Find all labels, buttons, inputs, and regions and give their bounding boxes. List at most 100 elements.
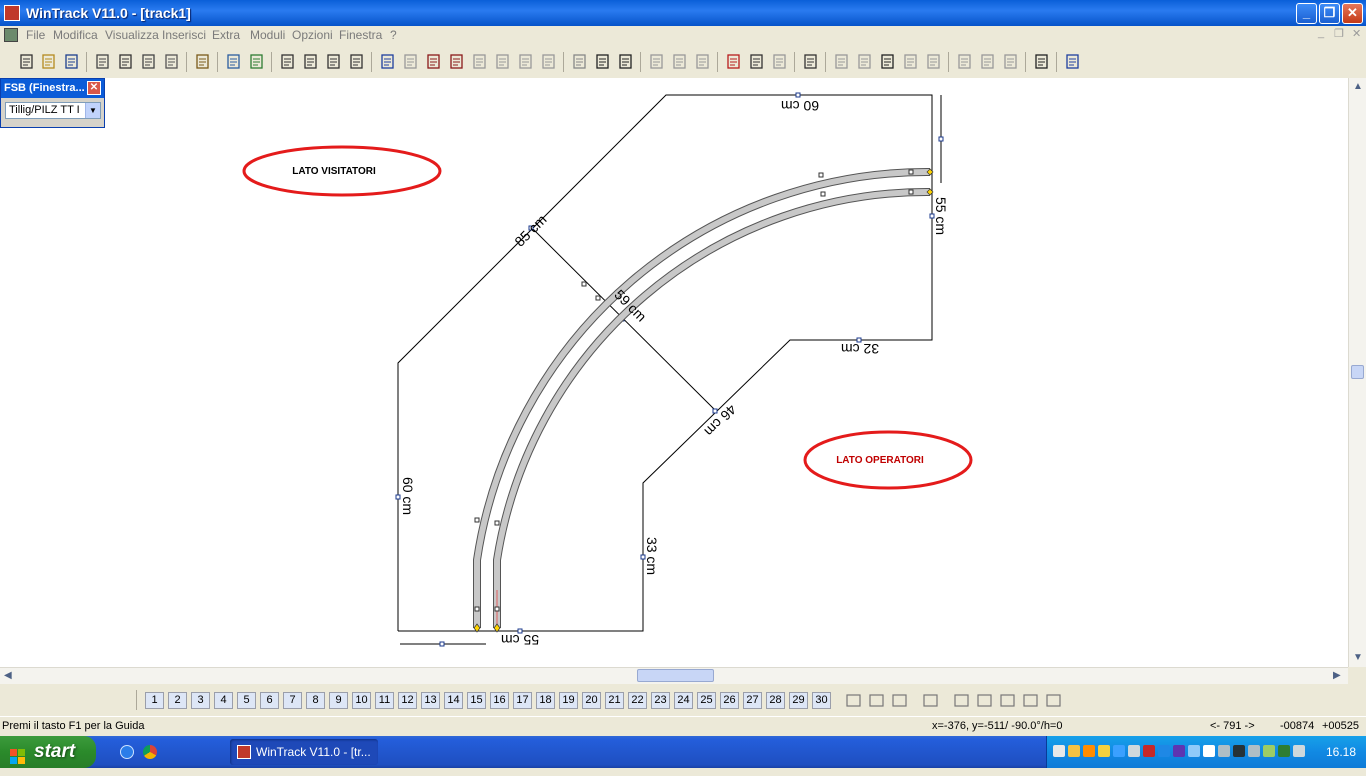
zoom-in-icon[interactable] bbox=[302, 53, 319, 70]
tray-icon[interactable] bbox=[1128, 745, 1140, 757]
drawing-canvas[interactable]: 60 cm 55 cm 85 cm 59 cm 32 cm 46 cm 60 c… bbox=[0, 78, 1348, 667]
vertical-scroll-thumb[interactable] bbox=[1351, 365, 1364, 379]
document-icon[interactable] bbox=[4, 28, 18, 42]
layer-button-18[interactable]: 18 bbox=[536, 692, 555, 709]
layer-button-22[interactable]: 22 bbox=[628, 692, 647, 709]
print-icon[interactable] bbox=[117, 53, 134, 70]
print-preview-icon[interactable] bbox=[94, 53, 111, 70]
minimize-button[interactable]: _ bbox=[1296, 3, 1317, 24]
scroll-right-icon[interactable]: ▶ bbox=[1333, 670, 1341, 681]
menu-file[interactable]: File bbox=[26, 28, 45, 42]
layer-button-1[interactable]: 1 bbox=[145, 692, 164, 709]
mdi-close-button[interactable]: ✕ bbox=[1352, 27, 1361, 40]
stack-icon[interactable] bbox=[671, 53, 688, 70]
curve-track-icon[interactable] bbox=[617, 53, 634, 70]
layer-button-17[interactable]: 17 bbox=[513, 692, 532, 709]
tray-icon[interactable] bbox=[1218, 745, 1230, 757]
menu-visualizza[interactable]: Visualizza bbox=[105, 28, 159, 42]
track-system-select[interactable]: Tillig/PILZ TT I ▼ bbox=[5, 102, 101, 119]
menu-moduli[interactable]: Moduli bbox=[250, 28, 285, 42]
page-icon[interactable] bbox=[163, 53, 180, 70]
page-1-icon[interactable] bbox=[953, 692, 970, 709]
layer-button-7[interactable]: 7 bbox=[283, 692, 302, 709]
ruler3-icon[interactable] bbox=[1002, 53, 1019, 70]
layer-button-6[interactable]: 6 bbox=[260, 692, 279, 709]
tray-icon[interactable] bbox=[1188, 745, 1200, 757]
layer-button-23[interactable]: 23 bbox=[651, 692, 670, 709]
zoom-fit-icon[interactable] bbox=[348, 53, 365, 70]
title-bar[interactable]: WinTrack V11.0 - [track1] _ ❐ ✕ bbox=[0, 0, 1366, 26]
snowflake-icon[interactable] bbox=[1033, 53, 1050, 70]
layer-button-21[interactable]: 21 bbox=[605, 692, 624, 709]
layer-button-9[interactable]: 9 bbox=[329, 692, 348, 709]
layer-button-20[interactable]: 20 bbox=[582, 692, 601, 709]
grid-icon[interactable] bbox=[648, 53, 665, 70]
layer-button-5[interactable]: 5 bbox=[237, 692, 256, 709]
rotate-select-icon[interactable] bbox=[748, 53, 765, 70]
menu-help[interactable]: ? bbox=[390, 28, 397, 42]
tray-icon[interactable] bbox=[1098, 745, 1110, 757]
switch-right-icon[interactable] bbox=[856, 53, 873, 70]
crossing-icon[interactable] bbox=[879, 53, 896, 70]
layer-button-3[interactable]: 3 bbox=[191, 692, 210, 709]
layer-stack-icon[interactable] bbox=[194, 53, 211, 70]
menu-extra[interactable]: Extra bbox=[212, 28, 240, 42]
layers-icon[interactable] bbox=[845, 692, 862, 709]
mdi-minimize-button[interactable]: _ bbox=[1318, 27, 1324, 39]
layer-button-13[interactable]: 13 bbox=[421, 692, 440, 709]
vertical-scrollbar[interactable]: ▲ ▼ bbox=[1348, 78, 1366, 667]
layer-hide-icon[interactable] bbox=[891, 692, 908, 709]
tray-icon[interactable] bbox=[1113, 745, 1125, 757]
layer-color-icon[interactable] bbox=[868, 692, 885, 709]
paste-icon[interactable] bbox=[540, 53, 557, 70]
tray-icon[interactable] bbox=[1233, 745, 1245, 757]
taskbar-item-wintrack[interactable]: WinTrack V11.0 - [tr... bbox=[230, 739, 378, 765]
tray-icon[interactable] bbox=[1068, 745, 1080, 757]
layer-button-30[interactable]: 30 bbox=[812, 692, 831, 709]
scroll-down-icon[interactable]: ▼ bbox=[1353, 652, 1363, 663]
tray-icon[interactable] bbox=[1278, 745, 1290, 757]
sliders-icon[interactable] bbox=[225, 53, 242, 70]
layer-button-25[interactable]: 25 bbox=[697, 692, 716, 709]
stack2-icon[interactable] bbox=[694, 53, 711, 70]
tray-icon[interactable] bbox=[1203, 745, 1215, 757]
tray-icon[interactable] bbox=[1248, 745, 1260, 757]
horizontal-scroll-thumb[interactable] bbox=[637, 669, 714, 682]
horizontal-scrollbar[interactable]: ◀ ▶ bbox=[0, 667, 1348, 684]
picture-icon[interactable] bbox=[248, 53, 265, 70]
scroll-left-icon[interactable]: ◀ bbox=[4, 670, 12, 681]
cut-icon[interactable] bbox=[494, 53, 511, 70]
page-2-icon[interactable] bbox=[976, 692, 993, 709]
new-file-icon[interactable] bbox=[18, 53, 35, 70]
layer-button-12[interactable]: 12 bbox=[398, 692, 417, 709]
blank-doc-icon[interactable] bbox=[471, 53, 488, 70]
tray-icon[interactable] bbox=[1083, 745, 1095, 757]
start-button[interactable]: start bbox=[0, 736, 96, 768]
rotate-180-icon[interactable] bbox=[771, 53, 788, 70]
tray-icon[interactable] bbox=[1263, 745, 1275, 757]
layer-button-24[interactable]: 24 bbox=[674, 692, 693, 709]
fsb-close-button[interactable]: ✕ bbox=[87, 81, 101, 95]
close-button[interactable]: ✕ bbox=[1342, 3, 1363, 24]
zoom-window-icon[interactable] bbox=[325, 53, 342, 70]
layer-button-29[interactable]: 29 bbox=[789, 692, 808, 709]
menu-opzioni[interactable]: Opzioni bbox=[292, 28, 333, 42]
layout-drawing[interactable]: 60 cm 55 cm 85 cm 59 cm 32 cm 46 cm 60 c… bbox=[0, 78, 1348, 667]
tray-icon[interactable] bbox=[1173, 745, 1185, 757]
tray-icon[interactable] bbox=[1293, 745, 1305, 757]
ruler2-icon[interactable] bbox=[979, 53, 996, 70]
zoom-out-icon[interactable] bbox=[279, 53, 296, 70]
layer-button-15[interactable]: 15 bbox=[467, 692, 486, 709]
chrome-icon[interactable] bbox=[143, 745, 157, 759]
print-setup-icon[interactable] bbox=[140, 53, 157, 70]
list-icon[interactable] bbox=[425, 53, 442, 70]
fsb-window[interactable]: FSB (Finestra... ✕ Tillig/PILZ TT I ▼ bbox=[0, 78, 105, 128]
help-arrow-icon[interactable] bbox=[1064, 53, 1081, 70]
menu-modifica[interactable]: Modifica bbox=[53, 28, 98, 42]
save-icon[interactable] bbox=[63, 53, 80, 70]
chevron-down-icon[interactable]: ▼ bbox=[85, 103, 100, 118]
clock[interactable]: 16.18 bbox=[1326, 745, 1356, 759]
switch-left-icon[interactable] bbox=[833, 53, 850, 70]
mdi-restore-button[interactable]: ❐ bbox=[1334, 27, 1344, 40]
layer-button-2[interactable]: 2 bbox=[168, 692, 187, 709]
